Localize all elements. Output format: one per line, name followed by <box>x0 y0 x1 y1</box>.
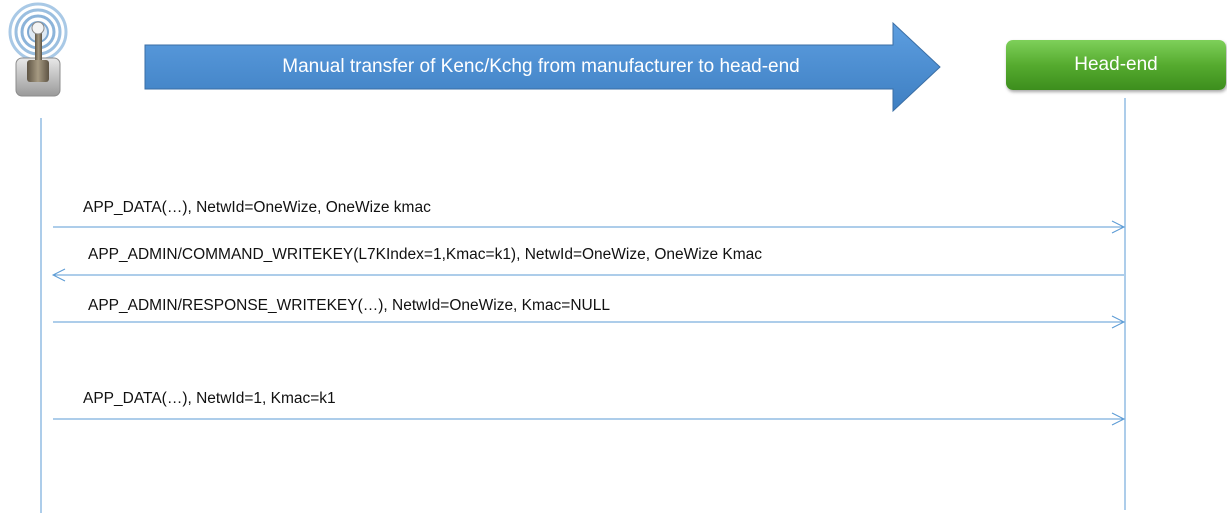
message-label-3: APP_ADMIN/RESPONSE_WRITEKEY(…), NetwId=O… <box>88 297 610 314</box>
message-label-1: APP_DATA(…), NetwId=OneWize, OneWize kma… <box>83 199 431 216</box>
message-label-4: APP_DATA(…), NetwId=1, Kmac=k1 <box>83 390 336 407</box>
message-arrow-2 <box>51 268 1124 282</box>
antenna-device-icon <box>8 2 68 97</box>
message-arrow-4 <box>53 412 1126 426</box>
banner-label: Manual transfer of Kenc/Kchg from manufa… <box>282 56 800 77</box>
message-label-2: APP_ADMIN/COMMAND_WRITEKEY(L7KIndex=1,Km… <box>88 246 763 263</box>
headend-label: Head-end <box>1074 54 1158 75</box>
message-arrow-3 <box>53 315 1126 329</box>
headend-participant: Head-end <box>1006 40 1226 90</box>
message-arrow-1 <box>53 220 1126 234</box>
